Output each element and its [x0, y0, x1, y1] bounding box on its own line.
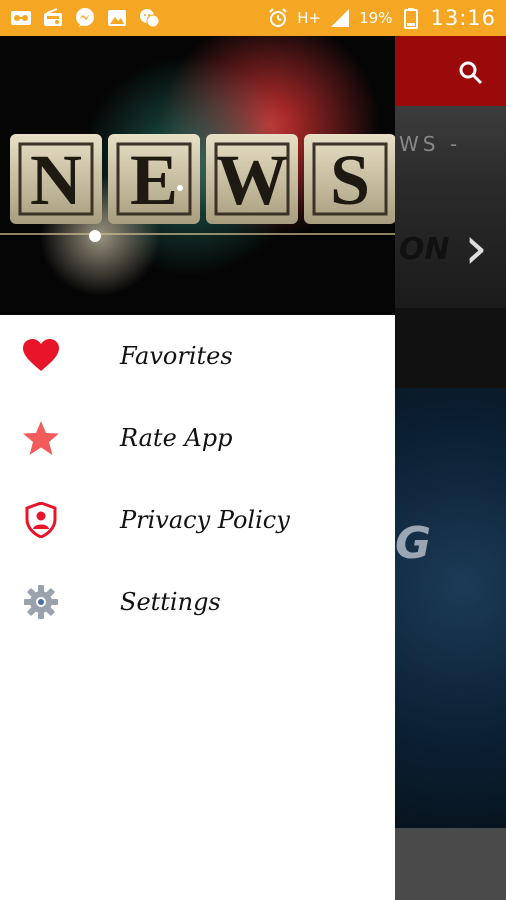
news-letter-w: W [216, 140, 288, 220]
heart-icon [22, 337, 60, 375]
background-app: WS - ON › G [395, 36, 506, 900]
wechat-icon [138, 7, 160, 29]
gallery-icon [106, 7, 128, 29]
status-bar: H+ 19% 13:16 [0, 0, 506, 36]
background-toolbar [395, 36, 506, 106]
banner-text-secondary: ON [399, 232, 450, 267]
menu-label-privacy-policy: Privacy Policy [120, 506, 290, 534]
clock: 13:16 [430, 6, 496, 30]
battery-icon [400, 7, 422, 29]
menu-label-settings: Settings [120, 588, 221, 616]
network-h-plus-icon: H+ [297, 9, 322, 27]
news-letter-n: N [30, 140, 82, 220]
alarm-icon [267, 7, 289, 29]
background-image[interactable]: G [395, 388, 506, 828]
news-letter-e: E [130, 140, 178, 220]
drawer-header-image: N E W S [0, 36, 395, 315]
status-right-icons: H+ 19% 13:16 [267, 6, 496, 30]
menu-label-favorites: Favorites [120, 342, 233, 370]
background-strip [395, 308, 506, 388]
messenger-icon [74, 7, 96, 29]
battery-percent: 19% [359, 9, 393, 27]
signal-icon [329, 7, 351, 29]
background-bottom-bar [395, 828, 506, 900]
banner-text: WS - [399, 132, 462, 156]
menu-item-favorites[interactable]: Favorites [0, 315, 395, 397]
background-banner[interactable]: WS - ON › [395, 106, 506, 308]
menu-label-rate-app: Rate App [120, 424, 233, 452]
menu-item-rate-app[interactable]: Rate App [0, 397, 395, 479]
chevron-right-icon[interactable]: › [464, 218, 488, 278]
background-image-text: G [395, 518, 432, 569]
drawer-menu: Favorites Rate App Privacy Policy Settin… [0, 315, 395, 643]
gear-icon [22, 583, 60, 621]
menu-item-settings[interactable]: Settings [0, 561, 395, 643]
search-icon[interactable] [458, 60, 484, 90]
news-header-graphic: N E W S [0, 36, 395, 315]
news-letter-s: S [330, 140, 370, 220]
star-icon [22, 419, 60, 457]
menu-item-privacy-policy[interactable]: Privacy Policy [0, 479, 395, 561]
status-left-icons [10, 7, 160, 29]
navigation-drawer: N E W S Favorites Rate App Privacy Polic… [0, 36, 395, 900]
voicemail-icon [10, 7, 32, 29]
shield-user-icon [22, 501, 60, 539]
radio-icon [42, 7, 64, 29]
